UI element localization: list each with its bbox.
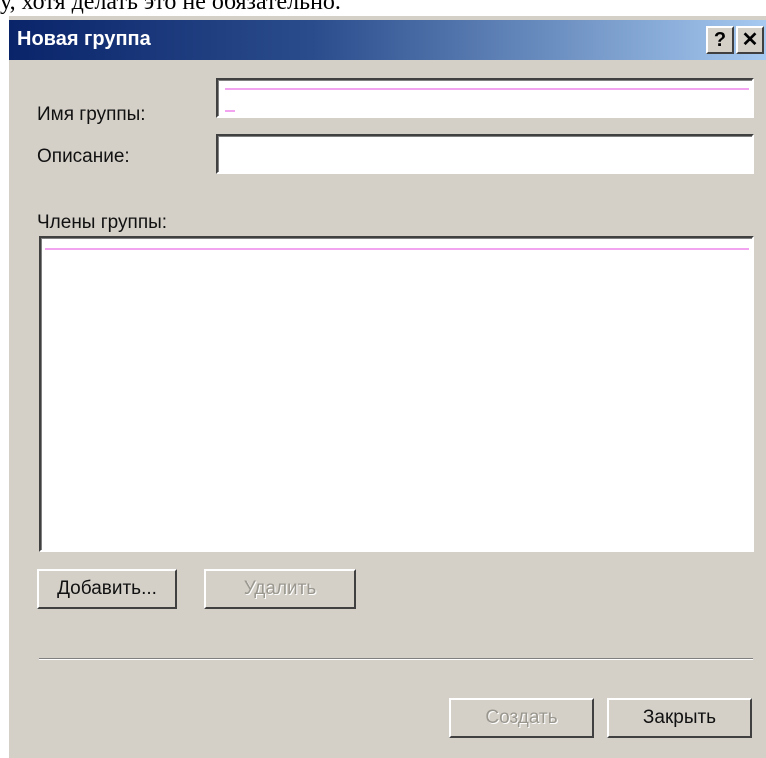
members-label: Члены группы: bbox=[37, 212, 167, 234]
title-bar[interactable]: Новая группа ? ✕ bbox=[9, 20, 766, 60]
remove-member-label: Удалить bbox=[243, 578, 317, 599]
new-group-dialog: Новая группа ? ✕ Имя группы: Описание: Ч… bbox=[7, 16, 766, 758]
text-cursor-mark bbox=[225, 110, 235, 112]
separator-line bbox=[39, 658, 753, 660]
input-highlight-line bbox=[225, 88, 749, 90]
close-label: Закрыть bbox=[642, 707, 717, 728]
group-name-input[interactable] bbox=[216, 78, 754, 118]
close-window-button[interactable]: ✕ bbox=[736, 26, 764, 54]
add-member-label: Добавить... bbox=[57, 578, 157, 599]
members-label-text: Члены группы: bbox=[37, 212, 168, 233]
help-button[interactable]: ? bbox=[706, 26, 734, 54]
list-highlight-line bbox=[45, 248, 749, 250]
group-name-label-text: Имя группы: bbox=[37, 104, 146, 125]
add-member-button[interactable]: Добавить... bbox=[37, 569, 177, 609]
create-label: Создать bbox=[485, 707, 558, 728]
help-icon: ? bbox=[713, 29, 727, 51]
background-document-text: у, хотя делать это не обязательно. bbox=[0, 0, 341, 15]
description-label: Описание: bbox=[37, 146, 130, 168]
group-name-label: Имя группы: bbox=[37, 104, 146, 126]
remove-member-button[interactable]: Удалить bbox=[204, 569, 356, 609]
close-icon: ✕ bbox=[741, 29, 759, 51]
description-label-text: Описание: bbox=[37, 146, 130, 167]
dialog-title: Новая группа bbox=[17, 28, 151, 50]
close-button[interactable]: Закрыть bbox=[607, 698, 752, 738]
description-input[interactable] bbox=[216, 134, 754, 174]
create-button[interactable]: Создать bbox=[449, 698, 594, 738]
members-list[interactable] bbox=[39, 236, 754, 552]
